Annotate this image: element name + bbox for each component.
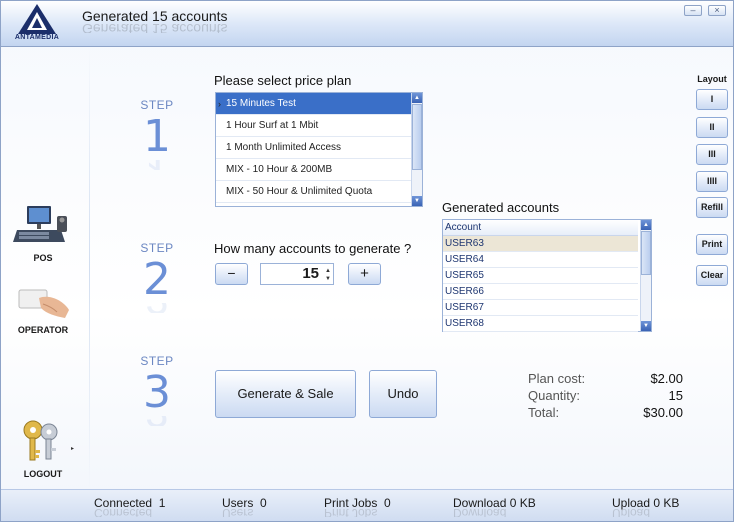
layout-3-button[interactable]: III — [696, 144, 728, 165]
app-window: ANTAMEDIA Generated 15 accounts Generate… — [0, 0, 734, 522]
step-number-reflection: 1 — [127, 160, 187, 170]
price-plan-list[interactable]: › 15 Minutes Test 1 Hour Surf at 1 Mbit … — [215, 92, 423, 207]
increase-quantity-button[interactable]: + — [348, 263, 381, 285]
spin-down-icon[interactable]: ▼ — [325, 276, 331, 282]
pos-terminal-icon — [13, 206, 67, 242]
scroll-down-icon[interactable]: ▼ — [412, 196, 422, 206]
scroll-down-icon[interactable]: ▼ — [641, 321, 651, 331]
close-button[interactable]: × — [708, 5, 726, 16]
step-number: 1 — [143, 111, 171, 162]
plan-item[interactable]: MIX - 10 Hour & 200MB — [216, 159, 411, 181]
sidebar-item-logout[interactable]: LOGOUT — [13, 418, 73, 479]
print-button[interactable]: Print — [696, 234, 728, 255]
plan-item[interactable]: 1 Hour Surf at 1 Mbit — [216, 115, 411, 137]
clear-button[interactable]: Clear — [696, 265, 728, 286]
total-label: Total: — [528, 405, 560, 420]
scroll-thumb[interactable] — [641, 231, 651, 275]
step-word: STEP — [140, 354, 174, 368]
plan-item[interactable]: MIX - 50 Hour & Unlimited Quota — [216, 181, 411, 203]
table-row[interactable]: USER64 — [443, 252, 638, 268]
sidebar-item-label: OPERATOR — [17, 325, 69, 335]
step-number: 2 — [143, 254, 171, 305]
plan-item[interactable]: 1 Month Unlimited Access — [216, 137, 411, 159]
sidebar-divider — [89, 47, 90, 489]
connected-reflection: Connected — [94, 508, 153, 517]
refill-button[interactable]: Refill — [696, 197, 728, 218]
decrease-quantity-button[interactable]: − — [215, 263, 248, 285]
sidebar-item-operator[interactable]: OPERATOR — [13, 286, 73, 335]
print-jobs-value: 0 — [384, 496, 391, 510]
plan-item-selected[interactable]: › 15 Minutes Test — [216, 93, 411, 115]
step-number-reflection: 2 — [127, 303, 187, 313]
sidebar-item-label: LOGOUT — [23, 469, 63, 479]
sidebar-item-label: POS — [33, 253, 53, 263]
minimize-button[interactable]: – — [684, 5, 702, 16]
scroll-up-icon[interactable]: ▲ — [412, 93, 422, 103]
layout-4-button[interactable]: IIII — [696, 171, 728, 192]
logo-triangle-icon — [18, 4, 56, 34]
upload-reflection: Upload — [612, 508, 651, 517]
generated-accounts-label: Generated accounts — [442, 200, 560, 215]
print-jobs-reflection: Print Jobs — [324, 508, 378, 517]
plan-cost-label: Plan cost: — [528, 371, 586, 386]
scroll-up-icon[interactable]: ▲ — [641, 220, 651, 230]
step-number: 3 — [143, 367, 171, 418]
step-number-reflection: 3 — [127, 416, 187, 426]
price-plan-scrollbar[interactable]: ▲ ▼ — [411, 93, 422, 206]
users-value: 0 — [260, 496, 267, 510]
quantity-summary-value: 15 — [668, 388, 683, 403]
scroll-thumb[interactable] — [412, 104, 422, 170]
table-row[interactable]: USER65 — [443, 268, 638, 284]
selected-arrow-icon: › — [218, 99, 221, 109]
quantity-value: 15 — [302, 265, 319, 282]
quantity-label: How many accounts to generate ? — [214, 241, 412, 256]
layout-1-button[interactable]: I — [696, 89, 728, 110]
connected-value: 1 — [158, 496, 166, 510]
users-reflection: Users — [222, 508, 254, 517]
logout-arrow-icon: ▸ — [71, 446, 75, 452]
plan-cost-value: $2.00 — [650, 371, 683, 386]
status-bar: Connected 1 Users 0 Print Jobs 0 Downloa… — [1, 489, 733, 521]
logo-text: ANTAMEDIA — [14, 34, 60, 41]
window-title-reflection: Generated 15 accounts — [82, 21, 228, 33]
antamedia-logo: ANTAMEDIA — [9, 3, 65, 44]
quantity-summary-label: Quantity: — [528, 388, 581, 403]
table-row[interactable]: USER68 — [443, 316, 638, 332]
accounts-column-header[interactable]: Account — [443, 220, 638, 236]
operator-card-icon — [18, 289, 69, 318]
plan-item-label: MIX - 50 Hour & Unlimited Quota — [226, 186, 373, 197]
download-value: 0 KB — [509, 496, 536, 510]
keys-icon — [23, 420, 58, 461]
table-row[interactable]: USER63 — [443, 236, 638, 252]
quantity-input[interactable]: 15 ▲ ▼ — [260, 263, 334, 285]
download-reflection: Download — [453, 508, 507, 517]
step-2: STEP 2 2 — [127, 241, 187, 313]
accounts-scrollbar[interactable]: ▲ ▼ — [640, 220, 651, 331]
total-value: $30.00 — [643, 405, 683, 420]
generated-accounts-table[interactable]: Account USER63 USER64 USER65 USER66 USER… — [442, 219, 652, 332]
step-word: STEP — [140, 98, 174, 112]
price-plan-label: Please select price plan — [214, 73, 352, 88]
table-row[interactable]: USER67 — [443, 300, 638, 316]
upload-value: 0 KB — [653, 496, 680, 510]
plan-item-label: 15 Minutes Test — [226, 98, 296, 109]
table-row[interactable]: USER66 — [443, 284, 638, 300]
generate-sale-button[interactable]: Generate & Sale — [215, 370, 356, 418]
layout-label: Layout — [697, 74, 727, 84]
plan-item-label: MIX - 10 Hour & 200MB — [226, 164, 333, 175]
plan-item-label: 1 Month Unlimited Access — [226, 142, 342, 153]
step-3: STEP 3 3 — [127, 354, 187, 426]
plan-item-label: 1 Hour Surf at 1 Mbit — [226, 120, 319, 131]
step-word: STEP — [140, 241, 174, 255]
layout-2-button[interactable]: II — [696, 117, 728, 138]
spin-up-icon[interactable]: ▲ — [325, 268, 331, 274]
sidebar-item-pos[interactable]: POS — [13, 204, 73, 263]
title-bar: ANTAMEDIA Generated 15 accounts Generate… — [1, 1, 733, 47]
step-1: STEP 1 1 — [127, 98, 187, 170]
undo-button[interactable]: Undo — [369, 370, 437, 418]
